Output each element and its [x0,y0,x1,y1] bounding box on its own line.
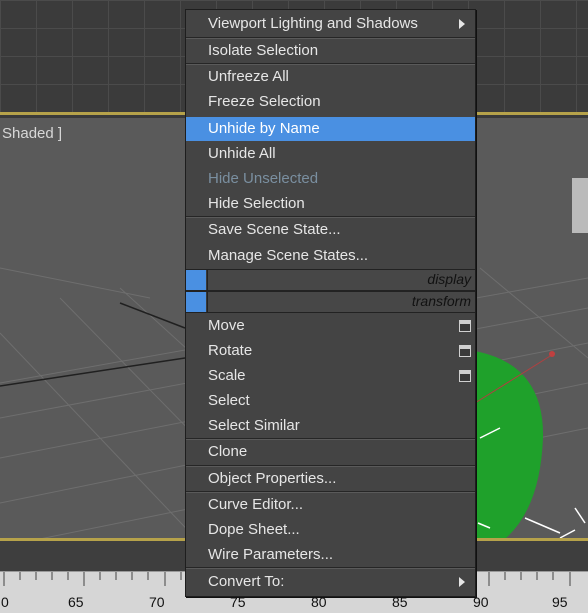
menu-item-freeze-selection[interactable]: Freeze Selection [186,90,475,114]
ruler-tick-70: 70 [149,594,165,610]
menu-item-save-scene-state[interactable]: Save Scene State... [186,218,475,242]
box-object[interactable] [572,178,588,233]
menu-item-clone[interactable]: Clone [186,440,475,464]
submenu-arrow-icon [459,577,465,587]
settings-box-icon[interactable] [459,345,471,357]
settings-box-icon[interactable] [459,370,471,382]
menu-item-viewport-lighting-shadows[interactable]: Viewport Lighting and Shadows [186,12,475,36]
menu-item-object-properties[interactable]: Object Properties... [186,467,475,491]
menu-item-rotate[interactable]: Rotate [186,339,475,363]
menu-item-convert-to[interactable]: Convert To: [186,570,475,594]
menu-item-select[interactable]: Select [186,389,475,413]
menu-item-scale[interactable]: Scale [186,364,475,388]
quad-context-menu: Viewport Lighting and Shadows Isolate Se… [185,9,476,597]
menu-item-manage-scene-states[interactable]: Manage Scene States... [186,244,475,268]
menu-separator [186,567,475,569]
menu-item-curve-editor[interactable]: Curve Editor... [186,493,475,517]
menu-item-isolate-selection[interactable]: Isolate Selection [186,39,475,63]
viewport-shading-label[interactable]: Shaded ] [2,125,62,142]
menu-item-unhide-by-name[interactable]: Unhide by Name [186,117,475,141]
menu-item-hide-selection[interactable]: Hide Selection [186,192,475,216]
quad-header-display: display [186,269,475,291]
menu-item-move[interactable]: Move [186,314,475,338]
menu-item-select-similar[interactable]: Select Similar [186,414,475,438]
menu-item-dope-sheet[interactable]: Dope Sheet... [186,518,475,542]
quad-color-swatch [186,292,206,312]
ruler-tick-partial: 0 [1,594,9,610]
submenu-arrow-icon [459,19,465,29]
menu-item-unhide-all[interactable]: Unhide All [186,142,475,166]
menu-item-unfreeze-all[interactable]: Unfreeze All [186,65,475,89]
ruler-tick-95: 95 [552,594,568,610]
quad-color-swatch [186,270,206,290]
ruler-tick-65: 65 [68,594,84,610]
menu-item-wire-parameters[interactable]: Wire Parameters... [186,543,475,567]
menu-item-hide-unselected[interactable]: Hide Unselected [186,167,475,191]
quad-header-transform: transform [186,291,475,313]
settings-box-icon[interactable] [459,320,471,332]
